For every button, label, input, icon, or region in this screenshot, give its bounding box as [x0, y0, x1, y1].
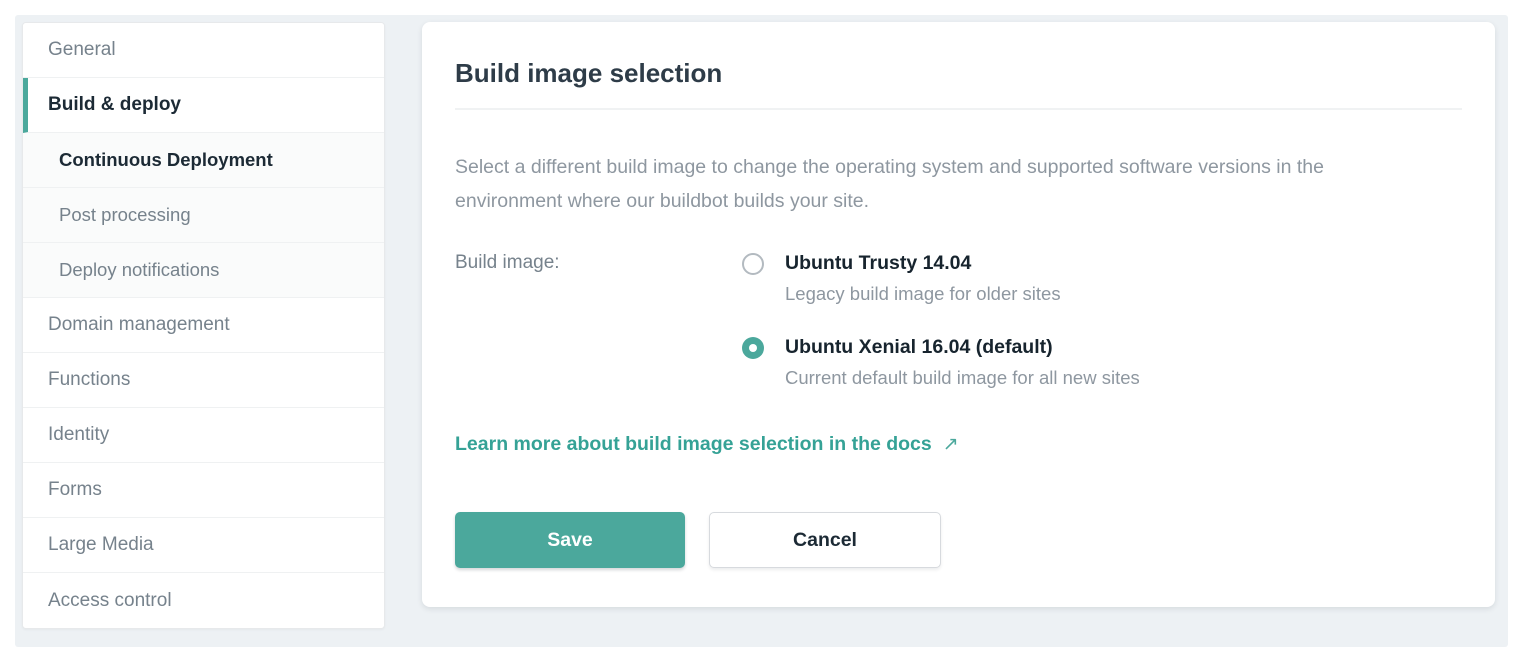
settings-sidebar: General Build & deploy Continuous Deploy…: [22, 22, 385, 629]
sidebar-item-label: Build & deploy: [48, 94, 181, 116]
arrow-up-right-icon: ↗: [943, 433, 959, 456]
section-description: Select a different build image to change…: [455, 150, 1410, 218]
sidebar-item-label: Functions: [48, 369, 130, 391]
build-image-radio-group: Ubuntu Trusty 14.04 Legacy build image f…: [742, 251, 1140, 419]
save-button[interactable]: Save: [455, 512, 685, 568]
sidebar-item-label: Continuous Deployment: [59, 149, 273, 171]
docs-link[interactable]: Learn more about build image selection i…: [455, 433, 959, 456]
sidebar-item-label: Access control: [48, 590, 172, 612]
title-divider: [455, 108, 1462, 110]
sidebar-item-label: Deploy notifications: [59, 259, 219, 281]
form-actions: Save Cancel: [455, 512, 1462, 568]
sidebar-item-label: Domain management: [48, 314, 230, 336]
sidebar-item-domain-management[interactable]: Domain management: [23, 298, 384, 353]
radio-option-texts: Ubuntu Xenial 16.04 (default) Current de…: [785, 335, 1140, 389]
radio-button-selected[interactable]: [742, 337, 764, 359]
radio-option-texts: Ubuntu Trusty 14.04 Legacy build image f…: [785, 251, 1061, 305]
sidebar-item-identity[interactable]: Identity: [23, 408, 384, 463]
sidebar-item-forms[interactable]: Forms: [23, 463, 384, 518]
sidebar-item-continuous-deployment[interactable]: Continuous Deployment: [23, 133, 384, 188]
sidebar-item-build-deploy[interactable]: Build & deploy: [23, 78, 384, 133]
build-image-field-label: Build image:: [455, 251, 742, 419]
sidebar-item-access-control[interactable]: Access control: [23, 573, 384, 628]
sidebar-item-large-media[interactable]: Large Media: [23, 518, 384, 573]
page-title: Build image selection: [455, 58, 1462, 88]
sidebar-item-label: General: [48, 39, 116, 61]
radio-option-label[interactable]: Ubuntu Xenial 16.04 (default): [785, 335, 1140, 359]
sidebar-item-label: Forms: [48, 479, 102, 501]
sidebar-item-functions[interactable]: Functions: [23, 353, 384, 408]
radio-option-ubuntu-trusty: Ubuntu Trusty 14.04 Legacy build image f…: [742, 251, 1140, 305]
build-image-form-row: Build image: Ubuntu Trusty 14.04 Legacy …: [455, 251, 1462, 419]
radio-button-unselected[interactable]: [742, 253, 764, 275]
radio-option-description: Current default build image for all new …: [785, 367, 1140, 389]
radio-option-ubuntu-xenial: Ubuntu Xenial 16.04 (default) Current de…: [742, 335, 1140, 389]
sidebar-item-label: Identity: [48, 424, 109, 446]
sidebar-item-deploy-notifications[interactable]: Deploy notifications: [23, 243, 384, 298]
build-image-selection-card: Build image selection Select a different…: [422, 22, 1495, 607]
docs-link-label: Learn more about build image selection i…: [455, 433, 932, 456]
sidebar-item-post-processing[interactable]: Post processing: [23, 188, 384, 243]
sidebar-item-label: Large Media: [48, 534, 154, 556]
radio-option-label[interactable]: Ubuntu Trusty 14.04: [785, 251, 1061, 275]
cancel-button[interactable]: Cancel: [709, 512, 941, 568]
sidebar-item-label: Post processing: [59, 204, 191, 226]
radio-option-description: Legacy build image for older sites: [785, 283, 1061, 305]
sidebar-item-general[interactable]: General: [23, 23, 384, 78]
